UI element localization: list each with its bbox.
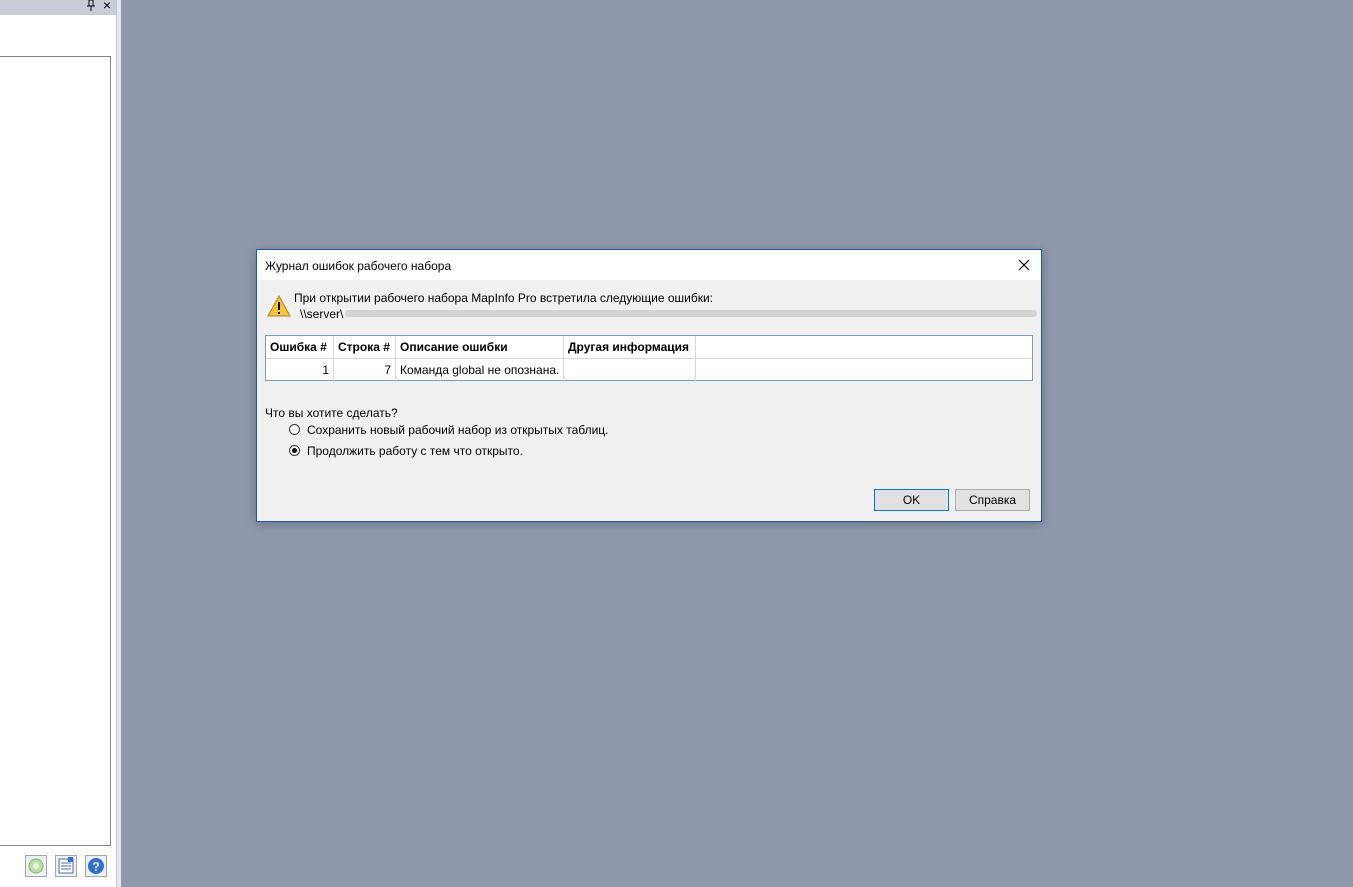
column-header[interactable]: Ошибка # (266, 336, 334, 358)
dialog-titlebar[interactable]: Журнал ошибок рабочего набора (257, 250, 1041, 280)
workspace-path: \\server\ (300, 307, 344, 321)
radio-label: Сохранить новый рабочий набор из открыты… (307, 423, 609, 437)
error-number-cell: 1 (266, 359, 334, 381)
radio-label: Продолжить работу с тем что открыто. (307, 444, 523, 458)
panel-titlebar: × (0, 0, 117, 15)
radio-selected-dot (292, 448, 297, 453)
refresh-icon (28, 858, 44, 874)
ok-button[interactable]: OK (874, 489, 949, 511)
column-header[interactable]: Описание ошибки (396, 336, 564, 358)
help-dialog-button[interactable]: Справка (955, 489, 1030, 511)
warning-icon (267, 294, 291, 317)
dialog-title: Журнал ошибок рабочего набора (265, 259, 452, 273)
redacted-path (345, 310, 1037, 317)
other-info-cell (564, 359, 696, 381)
error-message: При открытии рабочего набора MapInfo Pro… (294, 291, 713, 305)
layers-button[interactable] (55, 855, 77, 877)
svg-text:?: ? (92, 860, 99, 874)
workspace-error-log-dialog: Журнал ошибок рабочего набора При открыт… (256, 249, 1042, 522)
panel-list-area[interactable] (0, 56, 111, 846)
layers-icon (58, 857, 74, 874)
panel-splitter[interactable] (116, 0, 121, 887)
help-icon: ? (88, 858, 104, 874)
left-docked-panel: × ? (0, 0, 117, 887)
column-header (696, 336, 1032, 358)
radio-button[interactable] (289, 445, 300, 456)
column-header[interactable]: Другая информация (564, 336, 696, 358)
column-header[interactable]: Строка # (334, 336, 396, 358)
error-description-cell: Команда global не опознана. (396, 359, 564, 381)
dialog-close-icon[interactable] (1013, 255, 1035, 275)
action-question: Что вы хотите сделать? (265, 406, 398, 420)
table-header-row: Ошибка # Строка # Описание ошибки Другая… (266, 336, 1032, 359)
help-button[interactable]: ? (85, 855, 107, 877)
line-number-cell: 7 (334, 359, 396, 381)
pin-icon[interactable] (86, 0, 96, 12)
error-table[interactable]: Ошибка # Строка # Описание ошибки Другая… (265, 335, 1033, 381)
refresh-button[interactable] (25, 855, 47, 877)
extra-cell (696, 359, 1032, 381)
panel-close-icon[interactable]: × (100, 0, 114, 12)
table-row[interactable]: 1 7 Команда global не опознана. (266, 359, 1032, 381)
mapinfo-workspace: × ? Журнал ошибок рабочего набора При от… (0, 0, 1353, 887)
radio-button[interactable] (289, 424, 300, 435)
